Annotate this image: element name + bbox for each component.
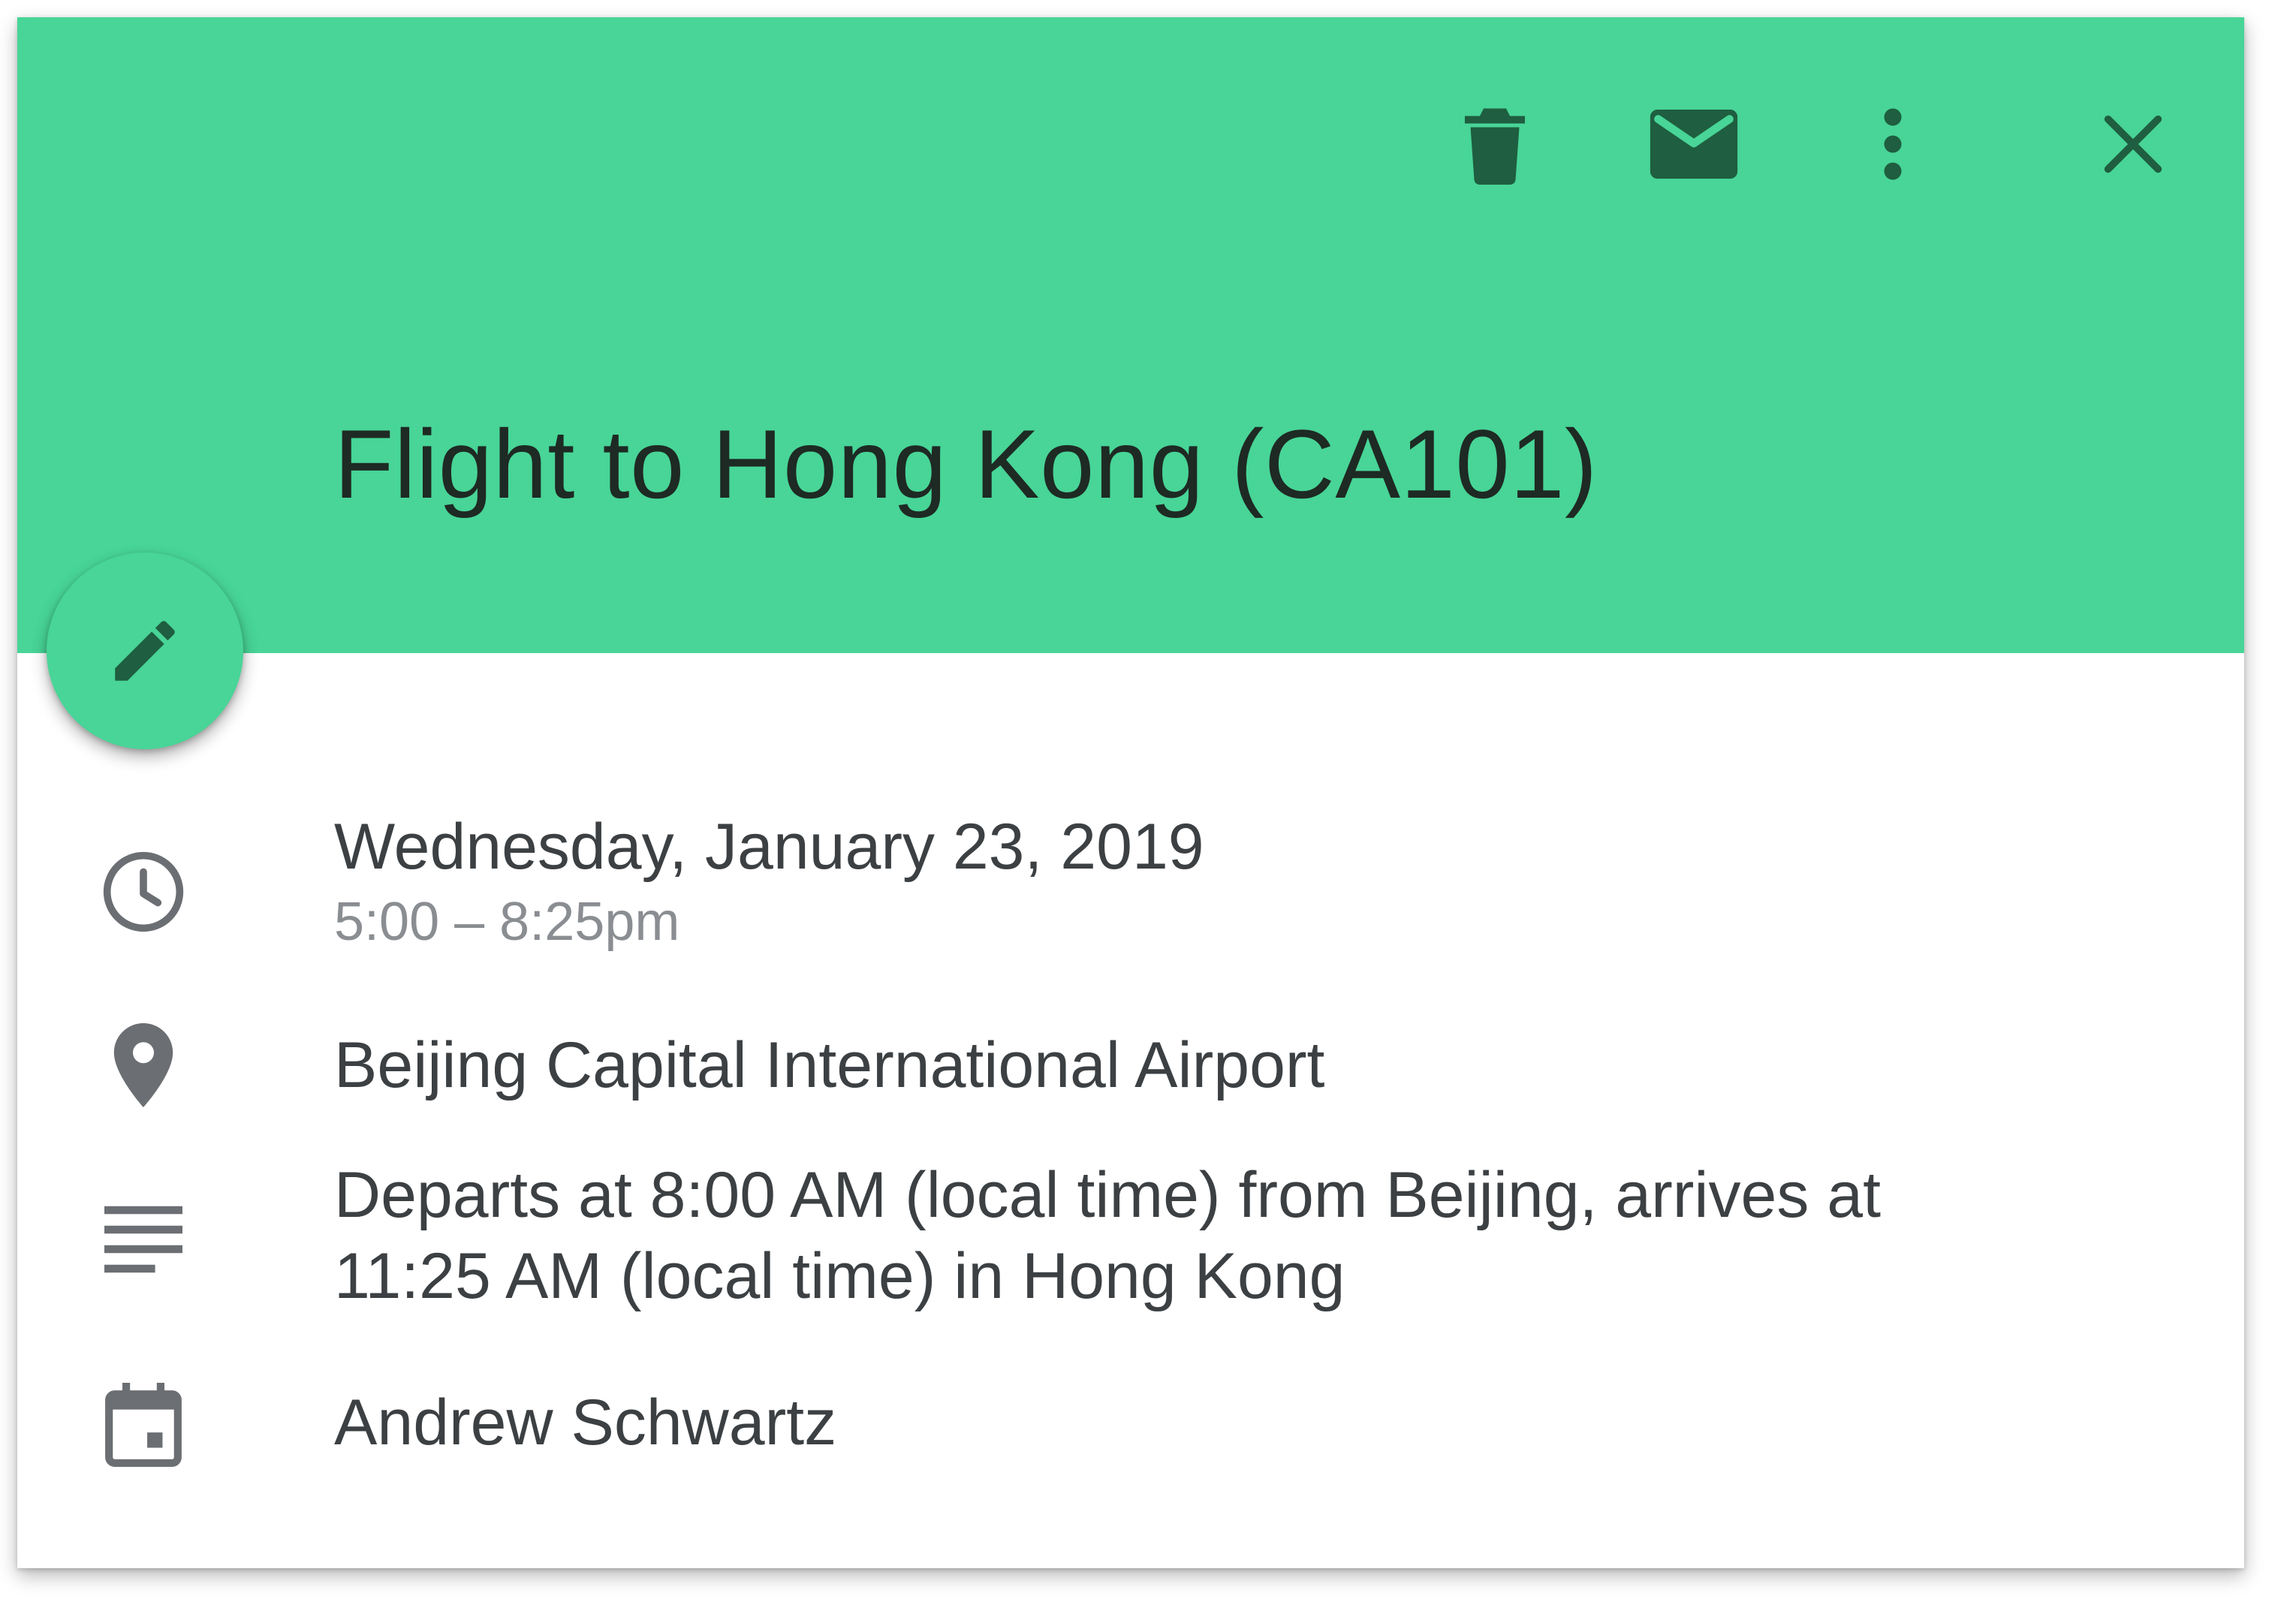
location-pin-icon	[98, 1020, 188, 1110]
event-date: Wednesday, January 23, 2019	[334, 811, 1204, 883]
event-time: 5:00 – 8:25pm	[334, 892, 680, 952]
description-icon	[98, 1194, 188, 1284]
event-title: Flight to Hong Kong (CA101)	[334, 409, 1598, 519]
more-vert-icon	[1884, 108, 1902, 180]
pencil-icon	[115, 621, 175, 681]
edit-event-button[interactable]	[47, 553, 243, 749]
event-header: Flight to Hong Kong (CA101)	[17, 17, 2244, 653]
event-location: Beijing Capital International Airport	[334, 1029, 1325, 1101]
trash-icon	[1465, 108, 1525, 185]
envelope-icon	[1650, 110, 1738, 179]
calendar-icon	[98, 1380, 188, 1470]
more-options-button[interactable]	[1833, 84, 1953, 204]
event-description-line-2: 11:25 AM (local time) in Hong Kong	[334, 1240, 1345, 1312]
calendar-owner: Andrew Schwartz	[334, 1387, 837, 1459]
email-guests-button[interactable]	[1634, 84, 1754, 204]
delete-button[interactable]	[1435, 84, 1555, 204]
close-button[interactable]	[2073, 84, 2193, 204]
event-description-line-1: Departs at 8:00 AM (local time) from Bei…	[334, 1159, 1881, 1231]
close-icon	[2104, 115, 2162, 173]
clock-icon	[98, 847, 188, 937]
event-detail-card: Flight to Hong Kong (CA101) Wednesday, J…	[17, 17, 2244, 1568]
